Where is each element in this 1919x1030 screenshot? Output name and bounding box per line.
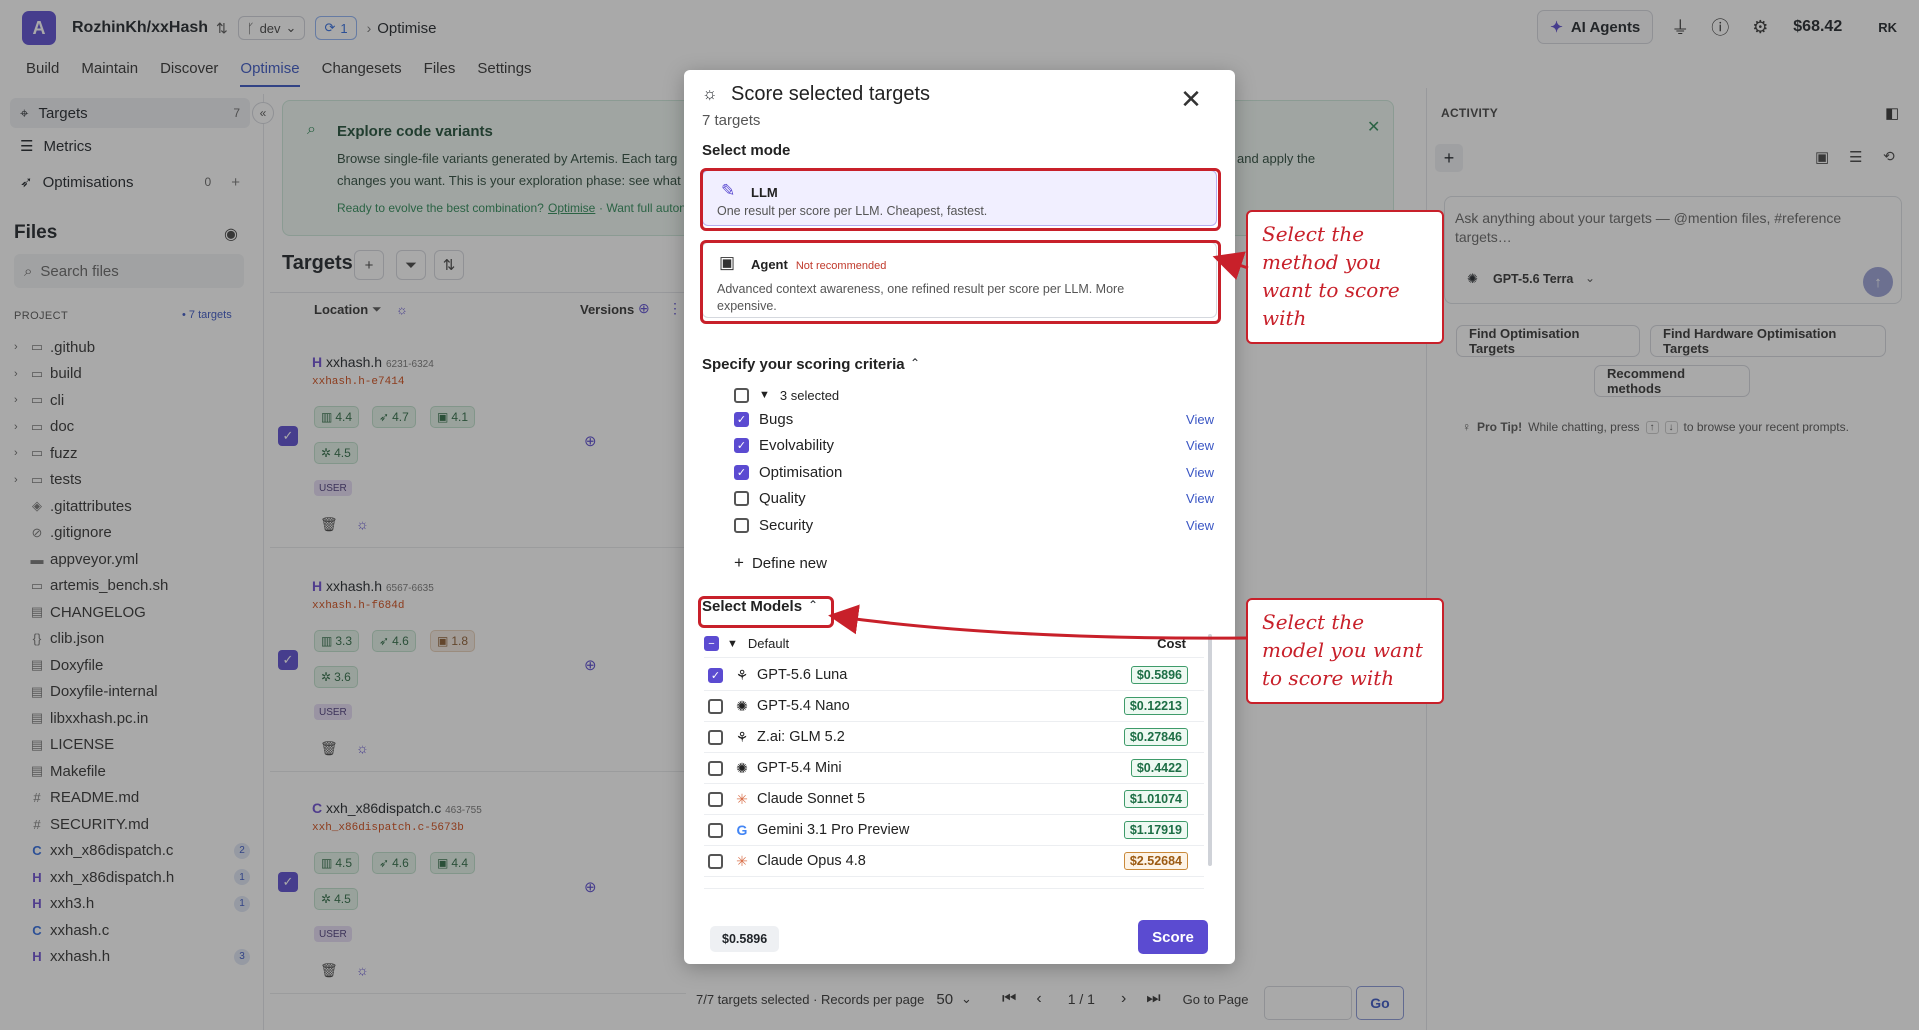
model-arrow: [828, 604, 1249, 640]
annotation-arrows: [828, 251, 1249, 640]
mode-arrow: [1212, 251, 1249, 280]
